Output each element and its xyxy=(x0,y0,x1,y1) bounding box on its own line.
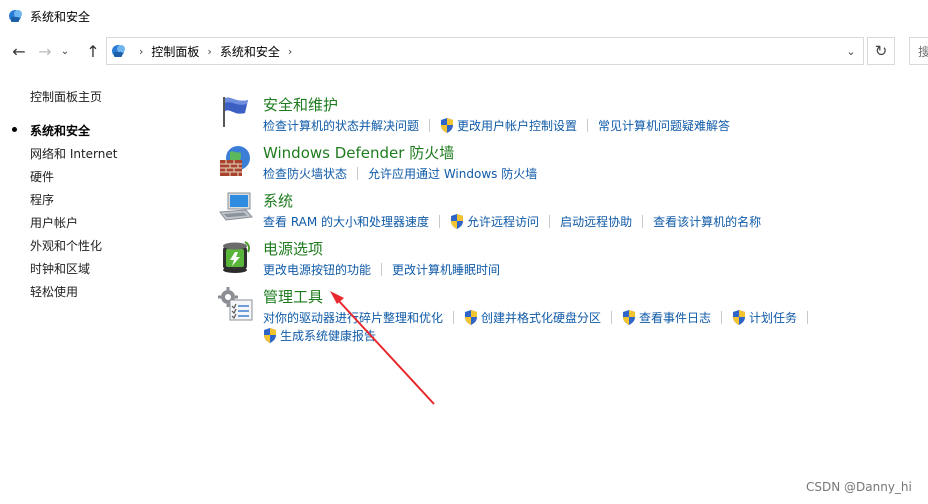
refresh-icon[interactable]: ↻ xyxy=(867,37,895,65)
shield-icon xyxy=(623,310,636,325)
address-dropdown-icon[interactable]: ⌄ xyxy=(839,38,863,64)
shield-icon xyxy=(733,310,746,325)
link-separator xyxy=(381,263,383,276)
category-links: 对你的驱动器进行碎片整理和优化 创建并格式化硬盘分区 查看事件日志 计划任务 xyxy=(263,309,818,326)
link-remote-assistance[interactable]: 启动远程协助 xyxy=(560,213,632,230)
link-troubleshoot[interactable]: 常见计算机问题疑难解答 xyxy=(598,117,730,134)
link-task-scheduler[interactable]: 计划任务 xyxy=(732,309,797,326)
sidebar-item-system-security[interactable]: 系统和安全 xyxy=(12,122,91,139)
shield-icon xyxy=(441,118,454,133)
shield-icon xyxy=(264,328,276,343)
category-links: 更改电源按钮的功能 更改计算机睡眠时间 xyxy=(263,261,500,278)
flag-icon xyxy=(223,97,248,127)
control-panel-icon xyxy=(9,10,22,22)
title-bar: 系统和安全 xyxy=(0,0,928,32)
sidebar-item-ease-of-access[interactable]: 轻松使用 xyxy=(30,283,78,300)
breadcrumb-separator-icon[interactable]: › xyxy=(288,45,292,58)
link-event-log[interactable]: 查看事件日志 xyxy=(622,309,711,326)
breadcrumb-separator-icon[interactable]: › xyxy=(139,45,143,58)
sidebar-item-label: 系统和安全 xyxy=(30,124,91,138)
category-title[interactable]: Windows Defender 防火墙 xyxy=(263,142,454,163)
computer-icon xyxy=(219,192,253,221)
link-separator xyxy=(549,215,551,228)
category-links: 检查计算机的状态并解决问题 更改用户帐户控制设置 常见计算机问题疑难解答 xyxy=(263,117,730,134)
link-separator xyxy=(429,119,431,132)
chevron-down-icon[interactable]: ⌄ xyxy=(58,40,72,62)
link-separator xyxy=(453,311,455,324)
link-check-status[interactable]: 检查计算机的状态并解决问题 xyxy=(263,117,419,134)
control-panel-icon xyxy=(112,45,125,57)
shield-icon xyxy=(451,214,464,229)
search-input[interactable]: 搜 xyxy=(909,37,928,65)
link-separator xyxy=(439,215,441,228)
admin-tools-icon xyxy=(218,287,253,321)
link-sleep-time[interactable]: 更改计算机睡眠时间 xyxy=(392,261,500,278)
watermark: CSDN @Danny_hi xyxy=(806,480,912,494)
link-label: 更改用户帐户控制设置 xyxy=(457,119,578,133)
link-ram-cpu[interactable]: 查看 RAM 的大小和处理器速度 xyxy=(263,213,429,230)
window-title: 系统和安全 xyxy=(30,9,91,24)
link-firewall-status[interactable]: 检查防火墙状态 xyxy=(263,165,347,182)
link-disk-partition[interactable]: 创建并格式化硬盘分区 xyxy=(464,309,601,326)
category-title[interactable]: 电源选项 xyxy=(263,238,323,259)
category-title[interactable]: 系统 xyxy=(263,190,293,211)
link-separator xyxy=(807,311,809,324)
breadcrumb-control-panel[interactable]: 控制面板 xyxy=(151,43,199,60)
firewall-icon xyxy=(220,146,250,176)
current-indicator xyxy=(12,127,17,132)
navigation-bar: ← → ⌄ ↑ › 控制面板 › 系统和安全 › ⌄ ↻ 搜 xyxy=(0,34,928,68)
arrow-left-icon[interactable]: ← xyxy=(8,40,30,62)
category-links: 查看 RAM 的大小和处理器速度 允许远程访问 启动远程协助 查看该计算机的名称 xyxy=(263,213,761,230)
link-separator xyxy=(721,311,723,324)
link-separator xyxy=(357,167,359,180)
link-computer-name[interactable]: 查看该计算机的名称 xyxy=(653,213,761,230)
address-bar[interactable]: › 控制面板 › 系统和安全 › ⌄ xyxy=(106,37,864,65)
link-label: 计划任务 xyxy=(749,311,798,325)
annotation-arrow xyxy=(330,291,435,405)
sidebar-item-hardware[interactable]: 硬件 xyxy=(30,168,54,185)
arrow-right-icon[interactable]: → xyxy=(34,40,56,62)
link-allow-app[interactable]: 允许应用通过 Windows 防火墙 xyxy=(368,165,537,182)
link-separator xyxy=(587,119,589,132)
link-label: 查看事件日志 xyxy=(639,311,712,325)
link-defragment[interactable]: 对你的驱动器进行碎片整理和优化 xyxy=(263,309,443,326)
link-separator xyxy=(611,311,613,324)
sidebar-item-programs[interactable]: 程序 xyxy=(30,191,54,208)
link-separator xyxy=(642,215,644,228)
battery-icon xyxy=(223,241,250,273)
link-power-button[interactable]: 更改电源按钮的功能 xyxy=(263,261,371,278)
sidebar-item-network[interactable]: 网络和 Internet xyxy=(30,145,117,162)
link-health-report[interactable]: 生成系统健康报告 xyxy=(263,327,376,344)
category-title[interactable]: 管理工具 xyxy=(263,286,323,307)
link-uac-settings[interactable]: 更改用户帐户控制设置 xyxy=(440,117,577,134)
category-links-row2: 生成系统健康报告 xyxy=(263,327,376,344)
breadcrumb-system-security[interactable]: 系统和安全 xyxy=(220,43,280,60)
category-links: 检查防火墙状态 允许应用通过 Windows 防火墙 xyxy=(263,165,537,182)
link-label: 生成系统健康报告 xyxy=(280,329,377,343)
sidebar-item-user-accounts[interactable]: 用户帐户 xyxy=(30,214,78,231)
sidebar-item-home[interactable]: 控制面板主页 xyxy=(30,88,102,105)
breadcrumb-separator-icon[interactable]: › xyxy=(207,45,211,58)
category-title[interactable]: 安全和维护 xyxy=(263,94,338,115)
shield-icon xyxy=(465,310,478,325)
link-label: 允许远程访问 xyxy=(467,215,540,229)
link-label: 创建并格式化硬盘分区 xyxy=(481,311,602,325)
sidebar-item-clock-region[interactable]: 时钟和区域 xyxy=(30,260,90,277)
search-placeholder: 搜 xyxy=(918,43,928,60)
sidebar-item-appearance[interactable]: 外观和个性化 xyxy=(30,237,102,254)
link-remote-access[interactable]: 允许远程访问 xyxy=(450,213,539,230)
arrow-up-icon[interactable]: ↑ xyxy=(82,40,104,62)
